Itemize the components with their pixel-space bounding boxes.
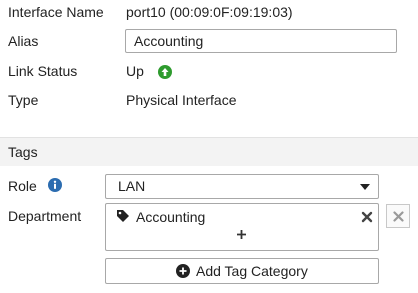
remove-category-button[interactable] xyxy=(386,204,410,228)
add-tag-category-button[interactable]: Add Tag Category xyxy=(105,258,379,284)
interface-name-value: port10 (00:09:0F:09:19:03) xyxy=(126,4,293,20)
arrow-up-circle-icon xyxy=(158,65,172,79)
plus-circle-icon xyxy=(176,264,190,278)
department-label: Department xyxy=(8,208,82,224)
plus-icon[interactable] xyxy=(236,229,247,240)
tags-section-header: Tags xyxy=(0,137,418,166)
type-label: Type xyxy=(8,92,39,108)
close-icon[interactable] xyxy=(361,211,373,223)
tags-section-title: Tags xyxy=(8,144,38,160)
interface-name-label: Interface Name xyxy=(8,4,104,20)
link-status-value: Up xyxy=(126,63,144,79)
role-select[interactable]: LAN xyxy=(105,174,379,199)
role-label: Role xyxy=(8,178,37,194)
chevron-down-icon xyxy=(360,184,370,190)
department-tag-name: Accounting xyxy=(136,209,206,225)
info-circle-icon[interactable] xyxy=(48,178,62,192)
type-value: Physical Interface xyxy=(126,92,237,108)
close-icon xyxy=(393,211,404,222)
link-status-label: Link Status xyxy=(8,63,78,79)
role-selected-value: LAN xyxy=(118,178,146,194)
alias-input[interactable] xyxy=(125,29,397,53)
add-tag-category-label: Add Tag Category xyxy=(196,263,308,279)
department-tag-box[interactable]: Accounting xyxy=(105,203,379,251)
tag-icon xyxy=(117,210,129,222)
alias-label: Alias xyxy=(8,33,39,49)
